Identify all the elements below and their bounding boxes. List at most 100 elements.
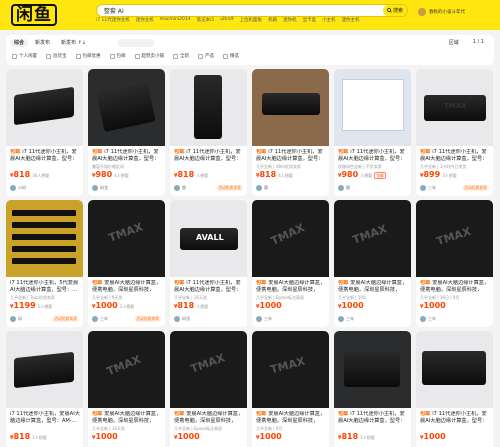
- product-card[interactable]: TMAX 包邮 i7 11代迷你小主机，爱晨AI大脑边缘计算盒，型号：AM-...…: [416, 69, 493, 196]
- filter-checkbox[interactable]: 验货宝: [46, 53, 67, 59]
- search-suggestion[interactable]: ultra9: [220, 17, 233, 23]
- seller-avatar: [174, 185, 180, 191]
- product-card[interactable]: 包邮 i7 11代迷你小主机，爱晨AI大脑边缘计算盒，型号：AM-...纹路成色…: [334, 69, 411, 196]
- logo[interactable]: 闲鱼: [6, 3, 62, 27]
- price-badge: 包邮: [374, 172, 386, 179]
- want-count: 1人想要: [360, 435, 375, 440]
- product-title[interactable]: 包邮 爱晨AI大脑边缘计算盒，便携电脑，深圳星辰科技，11...: [256, 411, 326, 425]
- product-title[interactable]: 包邮 i7 11代迷你小主机，爱晨AI大脑边缘计算盒，型号：AM-...: [338, 149, 408, 163]
- product-card[interactable]: 包邮 i7 11代迷你小主机，爱晨AI大脑边缘计算盒，型号：AM-... ¥100…: [416, 331, 493, 447]
- product-title[interactable]: 包邮 爱晨AI大脑边缘计算盒，便携电脑，深圳星辰科技，11...: [338, 280, 408, 294]
- product-image: TMAX: [416, 200, 493, 277]
- product-image: [6, 331, 83, 408]
- seller[interactable]: 闲: [10, 316, 22, 322]
- search-suggestion[interactable]: macmini2014: [160, 17, 191, 23]
- sort-general[interactable]: 综合: [10, 39, 29, 47]
- product-title[interactable]: 包邮 爱晨AI大脑边缘计算盒，便携电脑，深圳星辰科技，110...: [92, 280, 162, 294]
- product-card[interactable]: 包邮 i7 11代迷你小主机，爱晨AI大脑边缘计算盒，型号：AM... ¥818人…: [170, 69, 247, 196]
- product-image: TMAX: [416, 69, 493, 146]
- seller-avatar: [92, 316, 98, 322]
- product-card[interactable]: TMAX包邮 爱晨AI大脑边缘计算盒，便携电脑，深圳星辰科技，11...几乎全新…: [416, 200, 493, 327]
- product-title[interactable]: i7 11代迷你小主机，爱晨AI大脑边缘计算盒，型号：AM-...: [10, 411, 80, 425]
- checkbox-icon: [109, 53, 115, 59]
- seller[interactable]: 三年: [92, 316, 108, 322]
- product-title[interactable]: 包邮 i7 11代迷你小主机，爱晨AI大脑边缘计算盒，型号：AM-...: [420, 149, 490, 163]
- price-row: ¥818 1人想要: [10, 432, 47, 441]
- search-suggestion[interactable]: 小主机: [322, 17, 336, 23]
- product-title[interactable]: 包邮 爱晨AI大脑边缘计算盒，便携电脑，深圳星辰科技，11...: [174, 411, 244, 425]
- sort-newest-toggle[interactable]: 新发布 ↑↓: [57, 39, 90, 47]
- user-menu[interactable]: 春秋的小奋斗年代: [418, 8, 465, 16]
- search-input[interactable]: 整套 AI: [104, 6, 124, 15]
- seller[interactable]: 小码: [10, 185, 26, 191]
- search-suggestion[interactable]: 迷你主机: [136, 17, 154, 23]
- product-title[interactable]: 包邮 i7 11代迷你小主机，爱晨AI大脑边缘计算盒，型号：AM-...: [174, 280, 244, 294]
- search-suggestion[interactable]: 笔记本i5: [197, 17, 215, 23]
- seller[interactable]: 三年: [338, 316, 354, 322]
- search-button[interactable]: 搜索: [383, 5, 407, 16]
- search-suggestion[interactable]: i7 11代迷你主机: [96, 17, 130, 23]
- product-card[interactable]: TMAX包邮 爱晨AI大脑边缘计算盒，便携电脑，深圳星辰科技，110...几乎全…: [88, 200, 165, 327]
- search-box[interactable]: 整套 AI 搜索: [96, 4, 408, 17]
- product-card[interactable]: AVALL 包邮 i7 11代迷你小主机，爱晨AI大脑边缘计算盒，型号：AM-..…: [170, 200, 247, 327]
- product-title[interactable]: 包邮 i7 11代迷你小主机，爱晨AI大脑边缘计算盒，型号：AM-...: [338, 411, 408, 425]
- seller[interactable]: 晨: [174, 185, 186, 191]
- filter-checkbox[interactable]: 包邮: [109, 53, 126, 59]
- product-title[interactable]: 包邮 爱晨AI大脑边缘计算盒，便携电脑，深圳星辰科技，11...: [420, 280, 490, 294]
- seller[interactable]: 晨: [256, 185, 268, 191]
- product-card[interactable]: i7 11代迷你小主机，爱晨AI大脑边缘计算盒，型号：AM-... ¥818 1人想…: [6, 331, 83, 447]
- filter-checkbox[interactable]: 超赞卖小铺: [134, 53, 164, 59]
- product-title[interactable]: 包邮 i7 11代迷你小主机，爱晨AI大脑边缘计算盒，型号：AM-...: [10, 149, 80, 163]
- filter-checkbox[interactable]: 包邮优惠: [75, 53, 101, 59]
- filter-checkbox[interactable]: 严选: [198, 53, 214, 59]
- price-row: ¥899 3人想要: [420, 170, 457, 179]
- xianyu-tag: 包邮: [338, 280, 351, 286]
- product-card[interactable]: 包邮 i7 11代迷你小主机，爱晨AI大脑边缘计算盒，型号：AM-... ¥818…: [334, 331, 411, 447]
- product-card[interactable]: i7 11代迷你小主机，5代爱晨AI大脑边缘计算盒，型号：... 几乎全新 | T…: [6, 200, 83, 327]
- product-card[interactable]: TMAX包邮 爱晨AI大脑边缘计算盒，便携电脑，深圳星辰科技，11...几乎全新…: [170, 331, 247, 447]
- filter-checkbox[interactable]: 个人闲置: [12, 53, 37, 59]
- product-card[interactable]: TMAX包邮 爱晨AI大脑边缘计算盒，便携电脑，深圳星辰科技，11...几乎全新…: [252, 331, 329, 447]
- seller-avatar: [338, 316, 344, 322]
- checkbox-icon: [75, 53, 81, 59]
- product-price: ¥818: [10, 170, 31, 179]
- product-price: ¥818: [10, 432, 31, 441]
- filter-checkbox[interactable]: 精选: [223, 53, 239, 59]
- region-dropdown[interactable]: 区域: [449, 39, 459, 46]
- price-max-input[interactable]: [118, 38, 154, 47]
- product-image: [334, 69, 411, 146]
- seller[interactable]: 三年: [420, 316, 436, 322]
- product-card[interactable]: TMAX包邮 爱晨AI大脑边缘计算盒，便携电脑，深圳星辰科技，11...几乎全新…: [334, 200, 411, 327]
- product-price: ¥1000: [174, 432, 200, 441]
- product-card[interactable]: 包邮 i7 11代迷你小主机，爱晨AI大脑边缘计算盒，型号：AM-...兼容不同…: [88, 69, 165, 196]
- seller[interactable]: 晨: [338, 185, 350, 191]
- seller[interactable]: 码龙: [174, 316, 190, 322]
- product-card[interactable]: 包邮 i7 11代迷你小主机，爱晨AI大脑边缘计算盒，型号：AM-... ¥818…: [6, 69, 83, 196]
- search-suggestion[interactable]: 迷你机: [283, 17, 297, 23]
- product-card[interactable]: 包邮 i7 11代迷你小主机，爱晨AI大脑边缘计算盒，型号：AM-...几乎全新…: [252, 69, 329, 196]
- product-image: TMAX: [170, 331, 247, 408]
- search-suggestion[interactable]: 迷你主机: [342, 17, 360, 23]
- product-card[interactable]: TMAX包邮 爱晨AI大脑边缘计算盒，便携电脑，深圳星辰科技，11...几乎全新…: [88, 331, 165, 447]
- search-suggestion[interactable]: 机箱: [268, 17, 277, 23]
- xianyu-tag: 包邮: [174, 411, 187, 417]
- seller[interactable]: 码龙: [92, 185, 108, 191]
- product-title[interactable]: i7 11代迷你小主机，5代爱晨AI大脑边缘计算盒，型号：...: [10, 280, 80, 294]
- sort-newest[interactable]: 新发布: [31, 39, 54, 47]
- seller-avatar: [420, 185, 426, 191]
- product-title[interactable]: 包邮 i7 11代迷你小主机，爱晨AI大脑边缘计算盒，型号：AM-...: [256, 149, 326, 163]
- product-title[interactable]: 包邮 爱晨AI大脑边缘计算盒，便携电脑，深圳星辰科技，11...: [256, 280, 326, 294]
- want-count: 4人想要: [114, 173, 129, 178]
- product-card[interactable]: TMAX包邮 爱晨AI大脑边缘计算盒，便携电脑，深圳星辰科技，11...几乎全新…: [252, 200, 329, 327]
- search-suggestion[interactable]: 显卡盒: [303, 17, 317, 23]
- search-suggestion[interactable]: 上位机面板: [240, 17, 263, 23]
- product-title[interactable]: 包邮 i7 11代迷你小主机，爱晨AI大脑边缘计算盒，型号：AM-...: [420, 411, 490, 425]
- product-image: [334, 331, 411, 408]
- product-title[interactable]: 包邮 i7 11代迷你小主机，爱晨AI大脑边缘计算盒，型号：AM...: [174, 149, 244, 163]
- product-title[interactable]: 包邮 i7 11代迷你小主机，爱晨AI大脑边缘计算盒，型号：AM-...: [92, 149, 162, 163]
- seller[interactable]: 三年: [256, 316, 272, 322]
- xianyu-tag: 包邮: [256, 411, 269, 417]
- filter-checkbox[interactable]: 全新: [173, 53, 189, 59]
- product-title[interactable]: 包邮 爱晨AI大脑边缘计算盒，便携电脑，深圳星辰科技，11...: [92, 411, 162, 425]
- seller[interactable]: 三年: [420, 185, 436, 191]
